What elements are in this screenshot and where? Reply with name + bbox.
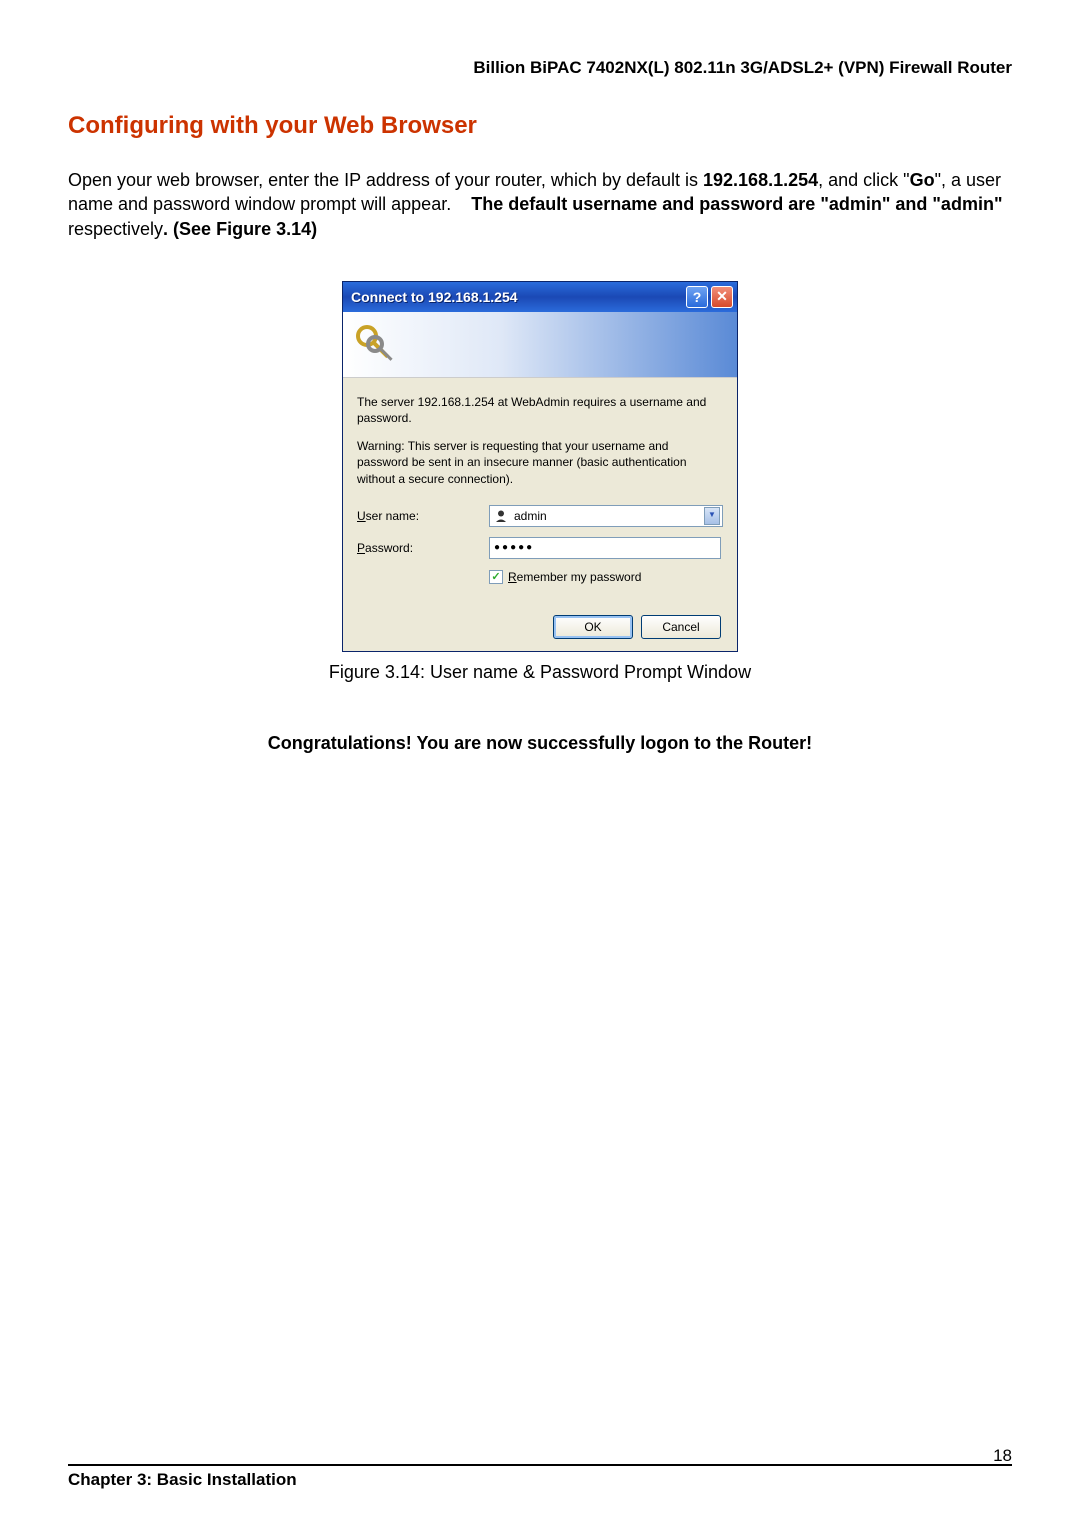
cancel-button[interactable]: Cancel: [641, 615, 721, 639]
dialog-banner: [343, 312, 737, 378]
remember-checkbox[interactable]: ✓: [489, 570, 503, 584]
username-combo[interactable]: admin ▼: [489, 505, 723, 527]
person-icon: [494, 509, 508, 523]
check-icon: ✓: [491, 570, 500, 585]
intro-paragraph: Open your web browser, enter the IP addr…: [68, 168, 1012, 241]
page-header: Billion BiPAC 7402NX(L) 802.11n 3G/ADSL2…: [68, 58, 1012, 78]
username-label: User name:: [357, 508, 489, 524]
keys-icon: [351, 320, 399, 368]
page-footer: Chapter 3: Basic Installation: [68, 1464, 1012, 1490]
username-row: User name: admin ▼: [357, 505, 723, 527]
auth-dialog: Connect to 192.168.1.254 ? ✕ The server …: [342, 281, 738, 652]
dialog-title: Connect to 192.168.1.254: [351, 289, 683, 305]
text: respectively: [68, 219, 163, 239]
ip-address: 192.168.1.254: [703, 170, 818, 190]
figure-caption: Figure 3.14: User name & Password Prompt…: [68, 662, 1012, 683]
text: Open your web browser, enter the IP addr…: [68, 170, 703, 190]
footer-rule: [68, 1464, 1012, 1466]
congrats-text: Congratulations! You are now successfull…: [68, 733, 1012, 754]
help-icon: ?: [693, 289, 702, 305]
username-value: admin: [514, 508, 704, 524]
remember-label: Remember my password: [508, 569, 641, 585]
dialog-buttons: OK Cancel: [357, 615, 723, 639]
close-icon: ✕: [716, 288, 728, 305]
remember-row: ✓ Remember my password: [489, 569, 723, 585]
dialog-message-2: Warning: This server is requesting that …: [357, 438, 723, 487]
dropdown-button[interactable]: ▼: [704, 507, 720, 525]
password-input[interactable]: ●●●●●: [489, 537, 721, 559]
see-figure: . (See Figure 3.14): [163, 219, 317, 239]
chapter-label: Chapter 3: Basic Installation: [68, 1470, 1012, 1490]
text: , and click ": [818, 170, 909, 190]
ok-button[interactable]: OK: [553, 615, 633, 639]
go-text: Go: [910, 170, 935, 190]
password-row: Password: ●●●●●: [357, 537, 723, 559]
close-button[interactable]: ✕: [711, 286, 733, 308]
dialog-message-1: The server 192.168.1.254 at WebAdmin req…: [357, 394, 723, 426]
password-mask: ●●●●●: [494, 541, 534, 555]
help-button[interactable]: ?: [686, 286, 708, 308]
chevron-down-icon: ▼: [708, 510, 716, 521]
dialog-titlebar[interactable]: Connect to 192.168.1.254 ? ✕: [343, 282, 737, 312]
section-title: Configuring with your Web Browser: [68, 112, 1012, 140]
default-creds: The default username and password are "a…: [471, 194, 1002, 214]
dialog-body: The server 192.168.1.254 at WebAdmin req…: [343, 378, 737, 651]
password-label: Password:: [357, 540, 489, 556]
page-number: 18: [993, 1446, 1012, 1466]
